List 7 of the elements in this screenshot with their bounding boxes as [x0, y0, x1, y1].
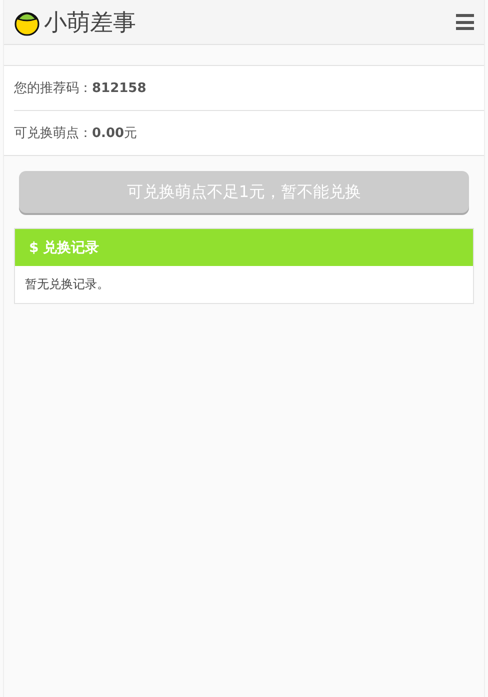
info-text: 可兑换萌点：0.00元	[14, 125, 138, 142]
menu-icon[interactable]	[456, 14, 474, 30]
info-text: 您的推荐码：812158	[14, 80, 146, 97]
empty-message: 暂无兑换记录。	[25, 276, 109, 293]
app-title: 小萌差事	[44, 8, 136, 38]
panel-title: 兑换记录	[42, 238, 99, 256]
dollar-icon: $	[29, 240, 39, 256]
